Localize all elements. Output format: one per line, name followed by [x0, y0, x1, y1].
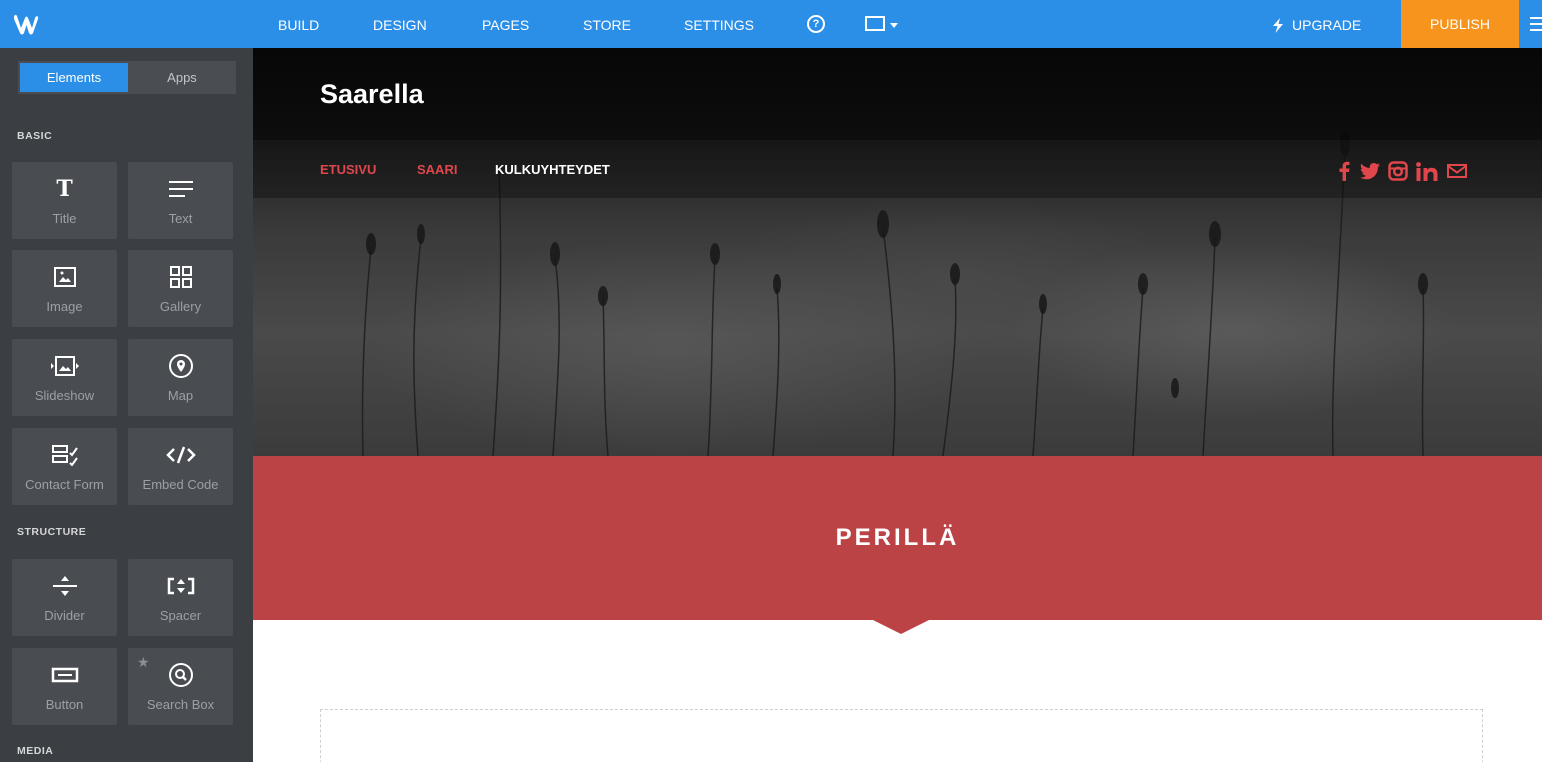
upgrade-button[interactable]: UPGRADE [1272, 17, 1361, 33]
weebly-logo-icon[interactable] [11, 10, 41, 38]
element-embed-code-label: Embed Code [142, 477, 219, 492]
element-contact-form[interactable]: Contact Form [12, 428, 117, 505]
chevron-down-icon[interactable] [890, 23, 898, 28]
image-icon [12, 263, 117, 291]
help-glyph: ? [812, 18, 820, 30]
section-media: MEDIA [17, 745, 54, 757]
upgrade-label: UPGRADE [1292, 17, 1362, 33]
help-icon[interactable]: ? [807, 15, 825, 33]
lightning-icon [1273, 17, 1283, 33]
mail-icon[interactable] [1447, 164, 1467, 178]
element-button[interactable]: Button [12, 648, 117, 725]
map-pin-icon [128, 352, 233, 380]
nav-store[interactable]: STORE [583, 17, 631, 33]
element-gallery[interactable]: Gallery [128, 250, 233, 327]
element-button-label: Button [45, 697, 84, 712]
divider-icon [12, 572, 117, 600]
element-image[interactable]: Image [12, 250, 117, 327]
spacer-icon [128, 572, 233, 600]
instagram-icon[interactable] [1388, 161, 1408, 181]
element-spacer[interactable]: Spacer [128, 559, 233, 636]
banner-pointer [873, 620, 929, 634]
title-icon: T [56, 176, 73, 202]
element-contact-form-label: Contact Form [25, 477, 104, 492]
element-divider-label: Divider [44, 608, 85, 623]
element-slideshow-label: Slideshow [34, 388, 95, 403]
text-lines-icon [128, 175, 233, 203]
hamburger-menu-icon[interactable] [1530, 17, 1542, 31]
element-title[interactable]: T Title [12, 162, 117, 239]
element-search-box-label: Search Box [146, 697, 215, 712]
element-text[interactable]: Text [128, 162, 233, 239]
element-text-label: Text [168, 211, 193, 226]
element-map[interactable]: Map [128, 339, 233, 416]
contact-form-icon [12, 441, 117, 469]
nav-build[interactable]: BUILD [278, 17, 319, 33]
nav-pages[interactable]: PAGES [482, 17, 529, 33]
element-slideshow[interactable]: Slideshow [12, 339, 117, 416]
site-header [253, 48, 1542, 140]
site-canvas: Saarella ETUSIVU SAARI KULKUYHTEYDET PER… [253, 48, 1542, 762]
site-nav-saari[interactable]: SAARI [417, 162, 457, 177]
element-image-label: Image [46, 299, 83, 314]
site-nav-etusivu[interactable]: ETUSIVU [320, 162, 376, 177]
element-spacer-label: Spacer [159, 608, 202, 623]
device-preview-icon[interactable] [865, 16, 885, 31]
embed-code-icon [128, 441, 233, 469]
hero-background-image: Saarella ETUSIVU SAARI KULKUYHTEYDET [253, 48, 1542, 456]
nav-design[interactable]: DESIGN [373, 17, 427, 33]
top-toolbar: BUILD DESIGN PAGES STORE SETTINGS ? UPGR… [0, 0, 1542, 48]
button-icon [12, 661, 117, 689]
tab-elements[interactable]: Elements [20, 63, 128, 92]
content-drop-zone[interactable] [320, 709, 1483, 762]
site-title[interactable]: Saarella [320, 79, 424, 110]
nav-settings[interactable]: SETTINGS [684, 17, 754, 33]
banner-title[interactable]: PERILLÄ [253, 524, 1542, 552]
gallery-grid-icon [128, 263, 233, 291]
tab-apps[interactable]: Apps [128, 61, 236, 94]
section-basic: BASIC [17, 130, 53, 142]
social-icons [1338, 160, 1467, 182]
publish-button[interactable]: PUBLISH [1401, 0, 1519, 48]
linkedin-icon[interactable] [1416, 161, 1438, 181]
site-nav-kulkuyhteydet[interactable]: KULKUYHTEYDET [495, 162, 610, 177]
element-map-label: Map [167, 388, 194, 403]
section-structure: STRUCTURE [17, 526, 87, 538]
element-gallery-label: Gallery [159, 299, 202, 314]
search-icon [128, 661, 233, 689]
twitter-icon[interactable] [1360, 162, 1380, 180]
facebook-icon[interactable] [1338, 161, 1350, 181]
element-embed-code[interactable]: Embed Code [128, 428, 233, 505]
element-divider[interactable]: Divider [12, 559, 117, 636]
element-title-label: Title [52, 211, 77, 226]
element-search-box[interactable]: ★ Search Box [128, 648, 233, 725]
slideshow-icon [12, 352, 117, 380]
elements-sidebar: Elements Apps BASIC T Title Text Image G… [0, 48, 253, 762]
sidebar-tabs: Elements Apps [18, 61, 236, 94]
